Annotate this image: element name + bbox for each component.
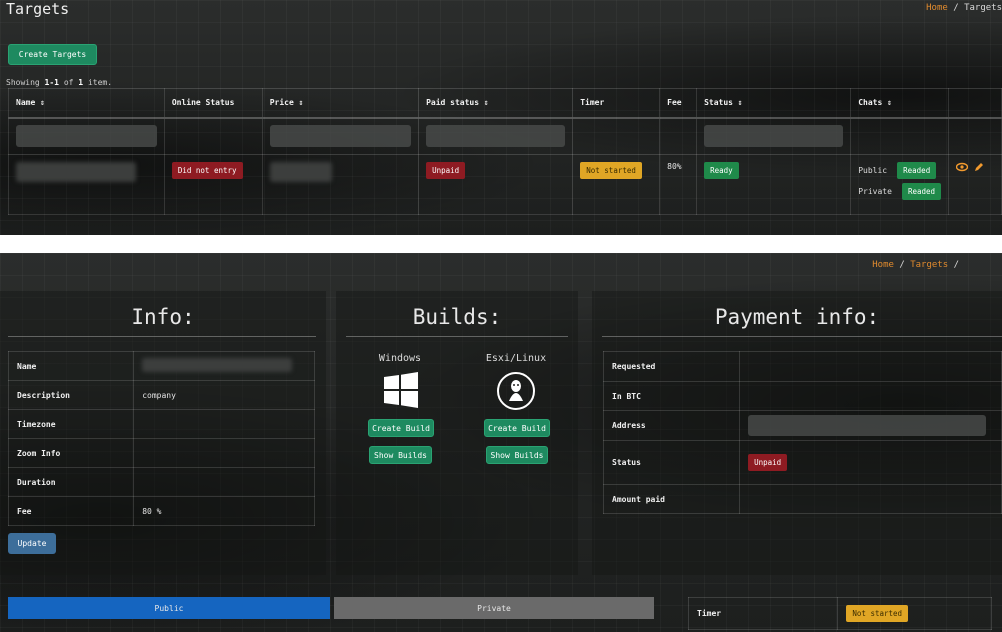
payment-row-address: Address xyxy=(602,410,1002,441)
target-detail-panel: Home / Targets / Info: Name Description c… xyxy=(0,253,1002,632)
info-row-duration: Duration xyxy=(7,467,315,497)
eye-icon[interactable] xyxy=(955,162,969,175)
builds-divider xyxy=(346,336,568,337)
timer-row: Timer Not started xyxy=(687,597,992,630)
col-timer-header: Timer xyxy=(572,88,661,119)
info-row-description: Description company xyxy=(7,380,315,410)
info-row-zoom-info: Zoom Info xyxy=(7,438,315,468)
linux-create-build-button[interactable]: Create Build xyxy=(484,419,550,437)
table-row: Did not entry Unpaid Not started 80% Rea… xyxy=(8,154,1002,215)
info-row-fee: Fee 80 % xyxy=(7,496,315,526)
builds-title: Builds: xyxy=(412,305,502,329)
linux-tux-icon xyxy=(496,371,536,414)
table-header-row: Name ⇕ Online Status Price ⇕ Paid status… xyxy=(8,88,1002,119)
status-filter-input[interactable] xyxy=(704,125,844,148)
chat-public-label: Public xyxy=(858,166,888,175)
breadcrumb-current: Targets xyxy=(964,3,1002,13)
target-name-redacted xyxy=(16,162,136,182)
pencil-icon[interactable] xyxy=(974,162,984,175)
col-fee-header: Fee xyxy=(659,88,698,119)
col-name-header[interactable]: Name ⇕ xyxy=(8,88,165,119)
windows-label: Windows xyxy=(378,353,422,364)
info-row-timezone: Timezone xyxy=(7,409,315,439)
fee-value: 80% xyxy=(659,154,698,215)
col-actions-header xyxy=(948,88,1002,119)
targets-table: Name ⇕ Online Status Price ⇕ Paid status… xyxy=(8,88,1002,215)
targets-list-panel: Targets Home / Targets Create Targets Sh… xyxy=(0,0,1002,235)
timer-badge: Not started xyxy=(580,162,642,179)
info-table: Name Description company Timezone Zoom In… xyxy=(7,351,315,526)
col-online-status-header: Online Status xyxy=(163,88,263,119)
timer-label: Timer xyxy=(687,597,839,630)
address-field[interactable] xyxy=(748,415,987,436)
payment-row-status: Status Unpaid xyxy=(602,440,1002,485)
page-title: Targets xyxy=(6,0,70,18)
create-targets-button[interactable]: Create Targets xyxy=(8,44,97,65)
update-button[interactable]: Update xyxy=(8,533,56,554)
breadcrumb-home[interactable]: Home xyxy=(926,3,948,13)
filter-row xyxy=(8,117,1002,155)
timer-status-badge: Not started xyxy=(846,605,909,622)
payment-row-amount-paid: Amount paid xyxy=(602,484,1002,514)
breadcrumb-current[interactable]: Targets xyxy=(910,260,948,270)
results-summary: Showing 1-1 of 1 item. xyxy=(6,78,113,87)
col-chats-header[interactable]: Chats ⇕ xyxy=(850,88,950,119)
windows-icon xyxy=(383,372,419,411)
linux-label: Esxi/Linux xyxy=(485,353,547,364)
linux-show-builds-button[interactable]: Show Builds xyxy=(486,446,548,464)
col-paid-status-header[interactable]: Paid status ⇕ xyxy=(418,88,574,119)
info-divider xyxy=(8,336,316,337)
chat-private-label: Private xyxy=(858,187,892,196)
status-badge: Ready xyxy=(704,162,739,179)
name-filter-input[interactable] xyxy=(16,125,157,148)
paid-status-filter-input[interactable] xyxy=(426,125,566,148)
payment-row-btc: In BTC xyxy=(602,381,1002,411)
timer-table: Timer Not started xyxy=(687,597,992,630)
info-row-name: Name xyxy=(7,351,315,381)
payment-status-badge: Unpaid xyxy=(748,454,788,471)
chat-public-badge[interactable]: Readed xyxy=(897,162,937,179)
paid-status-badge: Unpaid xyxy=(426,162,466,179)
col-price-header[interactable]: Price ⇕ xyxy=(261,88,420,119)
breadcrumb-home[interactable]: Home xyxy=(872,260,894,270)
price-filter-input[interactable] xyxy=(269,125,412,148)
info-title: Info: xyxy=(131,305,195,329)
chat-private-badge[interactable]: Readed xyxy=(901,183,942,200)
tab-public[interactable]: Public xyxy=(8,597,330,619)
payment-divider xyxy=(602,336,1002,337)
windows-show-builds-button[interactable]: Show Builds xyxy=(369,446,432,464)
tab-private[interactable]: Private xyxy=(334,597,654,619)
online-status-badge: Did not entry xyxy=(171,162,243,179)
windows-create-build-button[interactable]: Create Build xyxy=(368,419,434,437)
breadcrumb: Home / Targets xyxy=(926,3,1002,13)
chats-cell: Public Readed Private Readed xyxy=(850,154,950,215)
payment-row-requested: Requested xyxy=(602,351,1002,382)
price-redacted xyxy=(269,162,332,182)
payment-table: Requested In BTC Address Status Unpaid Am… xyxy=(602,351,1002,514)
payment-title: Payment info: xyxy=(714,305,880,329)
col-status-header[interactable]: Status ⇕ xyxy=(696,88,852,119)
detail-breadcrumb: Home / Targets / xyxy=(872,260,959,270)
